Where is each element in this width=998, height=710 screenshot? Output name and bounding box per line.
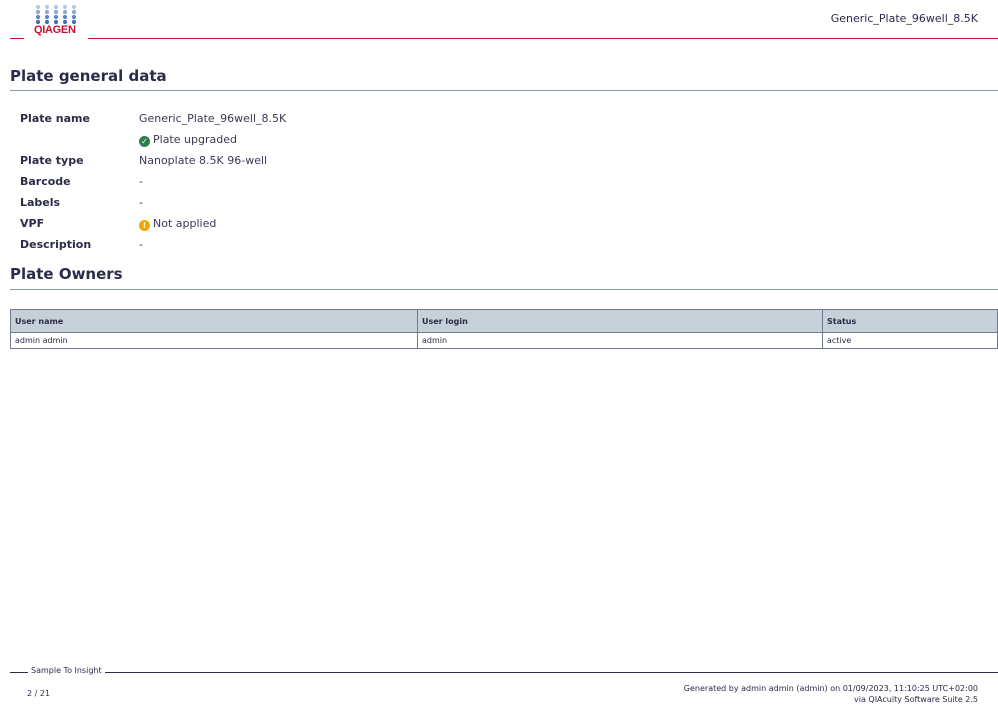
software-version-text: via QIAcuity Software Suite 2.5 — [854, 695, 978, 704]
detail-value-text: Plate upgraded — [153, 133, 237, 146]
logo-wordmark: QIAGEN — [34, 24, 76, 36]
detail-value: Nanoplate 8.5K 96-well — [139, 154, 267, 167]
detail-label: Barcode — [20, 175, 71, 188]
general-section-rule — [10, 90, 998, 91]
plate-general-details: Plate name Generic_Plate_96well_8.5K ✓ Plat… — [20, 110, 420, 257]
detail-row: Description - — [20, 236, 420, 257]
detail-value-text: Not applied — [153, 217, 217, 230]
owners-section-rule — [10, 289, 998, 290]
detail-value: Generic_Plate_96well_8.5K — [139, 112, 286, 125]
footer-divider — [10, 672, 998, 673]
col-user-name: User name — [10, 309, 418, 333]
detail-value-text: - — [139, 196, 143, 209]
qiagen-logo: QIAGEN — [10, 4, 88, 40]
detail-label: VPF — [20, 217, 45, 230]
owners-section-title: Plate Owners — [10, 265, 123, 283]
detail-value: - — [139, 196, 143, 209]
detail-row: Plate name Generic_Plate_96well_8.5K — [20, 110, 420, 131]
check-circle-icon: ✓ — [139, 136, 150, 147]
detail-row: VPF! Not applied — [20, 215, 420, 236]
detail-row: ✓ Plate upgraded — [20, 131, 420, 152]
detail-label: Description — [20, 238, 92, 251]
detail-label: Plate type — [20, 154, 84, 167]
header-divider — [10, 37, 998, 40]
detail-value-text: - — [139, 175, 143, 188]
col-user-login: User login — [417, 309, 823, 333]
detail-row: Labels - — [20, 194, 420, 215]
footer-tagline: Sample To Insight — [28, 666, 105, 675]
detail-label: Labels — [20, 196, 61, 209]
document-title: Generic_Plate_96well_8.5K — [830, 12, 978, 25]
table-cell: admin — [417, 332, 823, 349]
generation-info: Generated by admin admin (admin) on 01/0… — [684, 683, 978, 705]
page-number: 2 / 21 — [27, 689, 51, 698]
detail-row: Plate type Nanoplate 8.5K 96-well — [20, 152, 420, 173]
detail-value: ✓ Plate upgraded — [139, 133, 237, 147]
logo-dots-icon — [35, 4, 77, 25]
detail-value-text: Nanoplate 8.5K 96-well — [139, 154, 268, 167]
owners-table: User name User login Status admin admin a… — [10, 309, 998, 349]
warning-circle-icon: ! — [139, 220, 150, 231]
detail-value: - — [139, 238, 143, 251]
detail-row: Barcode - — [20, 173, 420, 194]
detail-value-text: Generic_Plate_96well_8.5K — [139, 112, 287, 125]
general-section-title: Plate general data — [10, 67, 167, 85]
detail-label: Plate name — [20, 112, 90, 125]
table-row: admin admin admin active — [10, 332, 998, 349]
col-status: Status — [822, 309, 998, 333]
table-cell: active — [822, 332, 998, 349]
page-header: QIAGEN Generic_Plate_96well_8.5K — [0, 0, 998, 42]
generated-by-text: Generated by admin admin (admin) on 01/0… — [683, 684, 978, 693]
detail-value: - — [139, 175, 143, 188]
detail-value-text: - — [139, 238, 143, 251]
owners-table-header: User name User login Status — [10, 309, 998, 333]
table-cell: admin admin — [10, 332, 418, 349]
detail-value: ! Not applied — [139, 217, 216, 231]
